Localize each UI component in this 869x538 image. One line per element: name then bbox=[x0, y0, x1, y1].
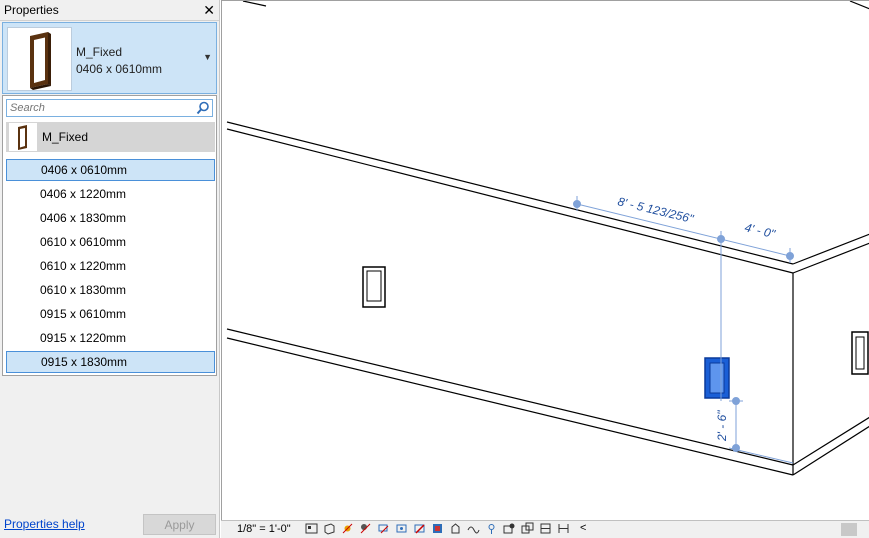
family-label: M_Fixed bbox=[42, 130, 89, 144]
list-item[interactable]: 0610 x 1220mm bbox=[6, 255, 215, 277]
type-dropdown-list: M_Fixed 0406 x 0610mm 0406 x 1220mm 0406… bbox=[2, 95, 217, 376]
reveal-constraints-icon[interactable] bbox=[557, 522, 570, 535]
worksharing-icon[interactable] bbox=[503, 522, 516, 535]
type-family-name: M_Fixed bbox=[76, 45, 123, 59]
family-group-header: M_Fixed bbox=[6, 122, 215, 152]
shadows-icon[interactable] bbox=[359, 522, 372, 535]
list-item[interactable]: 0915 x 1220mm bbox=[6, 327, 215, 349]
analytical-model-icon[interactable] bbox=[467, 522, 480, 535]
list-item[interactable]: 0406 x 0610mm bbox=[6, 159, 215, 181]
apply-button[interactable]: Apply bbox=[143, 514, 216, 535]
view-template-icon[interactable] bbox=[539, 522, 552, 535]
fixed-window-thumbnail-icon bbox=[7, 27, 72, 91]
scroll-left-arrow[interactable]: < bbox=[580, 522, 586, 534]
reveal-hidden-icon[interactable] bbox=[431, 522, 444, 535]
view-scale[interactable]: 1/8" = 1'-0" bbox=[237, 523, 291, 535]
list-item[interactable]: 0406 x 1830mm bbox=[6, 207, 215, 229]
list-item[interactable]: 0915 x 0610mm bbox=[6, 303, 215, 325]
properties-title-bar: Properties ✕ bbox=[0, 0, 219, 21]
sun-path-icon[interactable] bbox=[341, 522, 354, 535]
design-options-icon[interactable] bbox=[521, 522, 534, 535]
properties-footer: Properties help Apply bbox=[0, 511, 219, 538]
lock-3d-icon[interactable] bbox=[449, 522, 462, 535]
window-left[interactable] bbox=[362, 266, 386, 308]
search-box[interactable] bbox=[6, 99, 213, 117]
properties-help-link[interactable]: Properties help bbox=[4, 517, 85, 531]
detail-level-icon[interactable] bbox=[305, 522, 318, 535]
list-item[interactable]: 0610 x 1830mm bbox=[6, 279, 215, 301]
type-selector[interactable]: M_Fixed 0406 x 0610mm ▼ bbox=[2, 22, 217, 94]
properties-title: Properties bbox=[4, 3, 59, 17]
selected-window[interactable] bbox=[704, 357, 730, 399]
list-item[interactable]: 0406 x 1220mm bbox=[6, 183, 215, 205]
close-icon[interactable]: ✕ bbox=[203, 0, 215, 20]
dimension-long[interactable]: 8' - 5 123/256" bbox=[616, 194, 695, 226]
view-control-bar: 1/8" = 1'-0" < bbox=[221, 520, 869, 538]
visual-style-icon[interactable] bbox=[323, 522, 336, 535]
fixed-window-thumbnail-icon bbox=[9, 123, 37, 151]
show-crop-icon[interactable] bbox=[395, 522, 408, 535]
highlight-displacement-icon[interactable] bbox=[485, 522, 498, 535]
horizontal-scrollbar-thumb[interactable] bbox=[841, 523, 857, 536]
temporary-hide-icon[interactable] bbox=[413, 522, 426, 535]
properties-palette: Properties ✕ M_Fixed 0406 x 0610mm ▼ Sea… bbox=[0, 0, 220, 538]
search-input[interactable] bbox=[7, 100, 193, 116]
chevron-down-icon[interactable]: ▼ bbox=[203, 52, 212, 62]
dimension-vertical[interactable]: 2' - 6" bbox=[715, 410, 729, 442]
type-size-name: 0406 x 0610mm bbox=[76, 62, 163, 76]
dimension-short[interactable]: 4' - 0" bbox=[743, 220, 777, 241]
list-item[interactable]: 0610 x 0610mm bbox=[6, 231, 215, 253]
list-item[interactable]: 0915 x 1830mm bbox=[6, 351, 215, 373]
3d-viewport[interactable]: 8' - 5 123/256" 4' - 0" 2' - 6" bbox=[221, 0, 869, 520]
window-right[interactable] bbox=[851, 331, 869, 375]
crop-view-icon[interactable] bbox=[377, 522, 390, 535]
view-control-icons bbox=[305, 522, 575, 538]
search-icon[interactable] bbox=[196, 101, 210, 115]
